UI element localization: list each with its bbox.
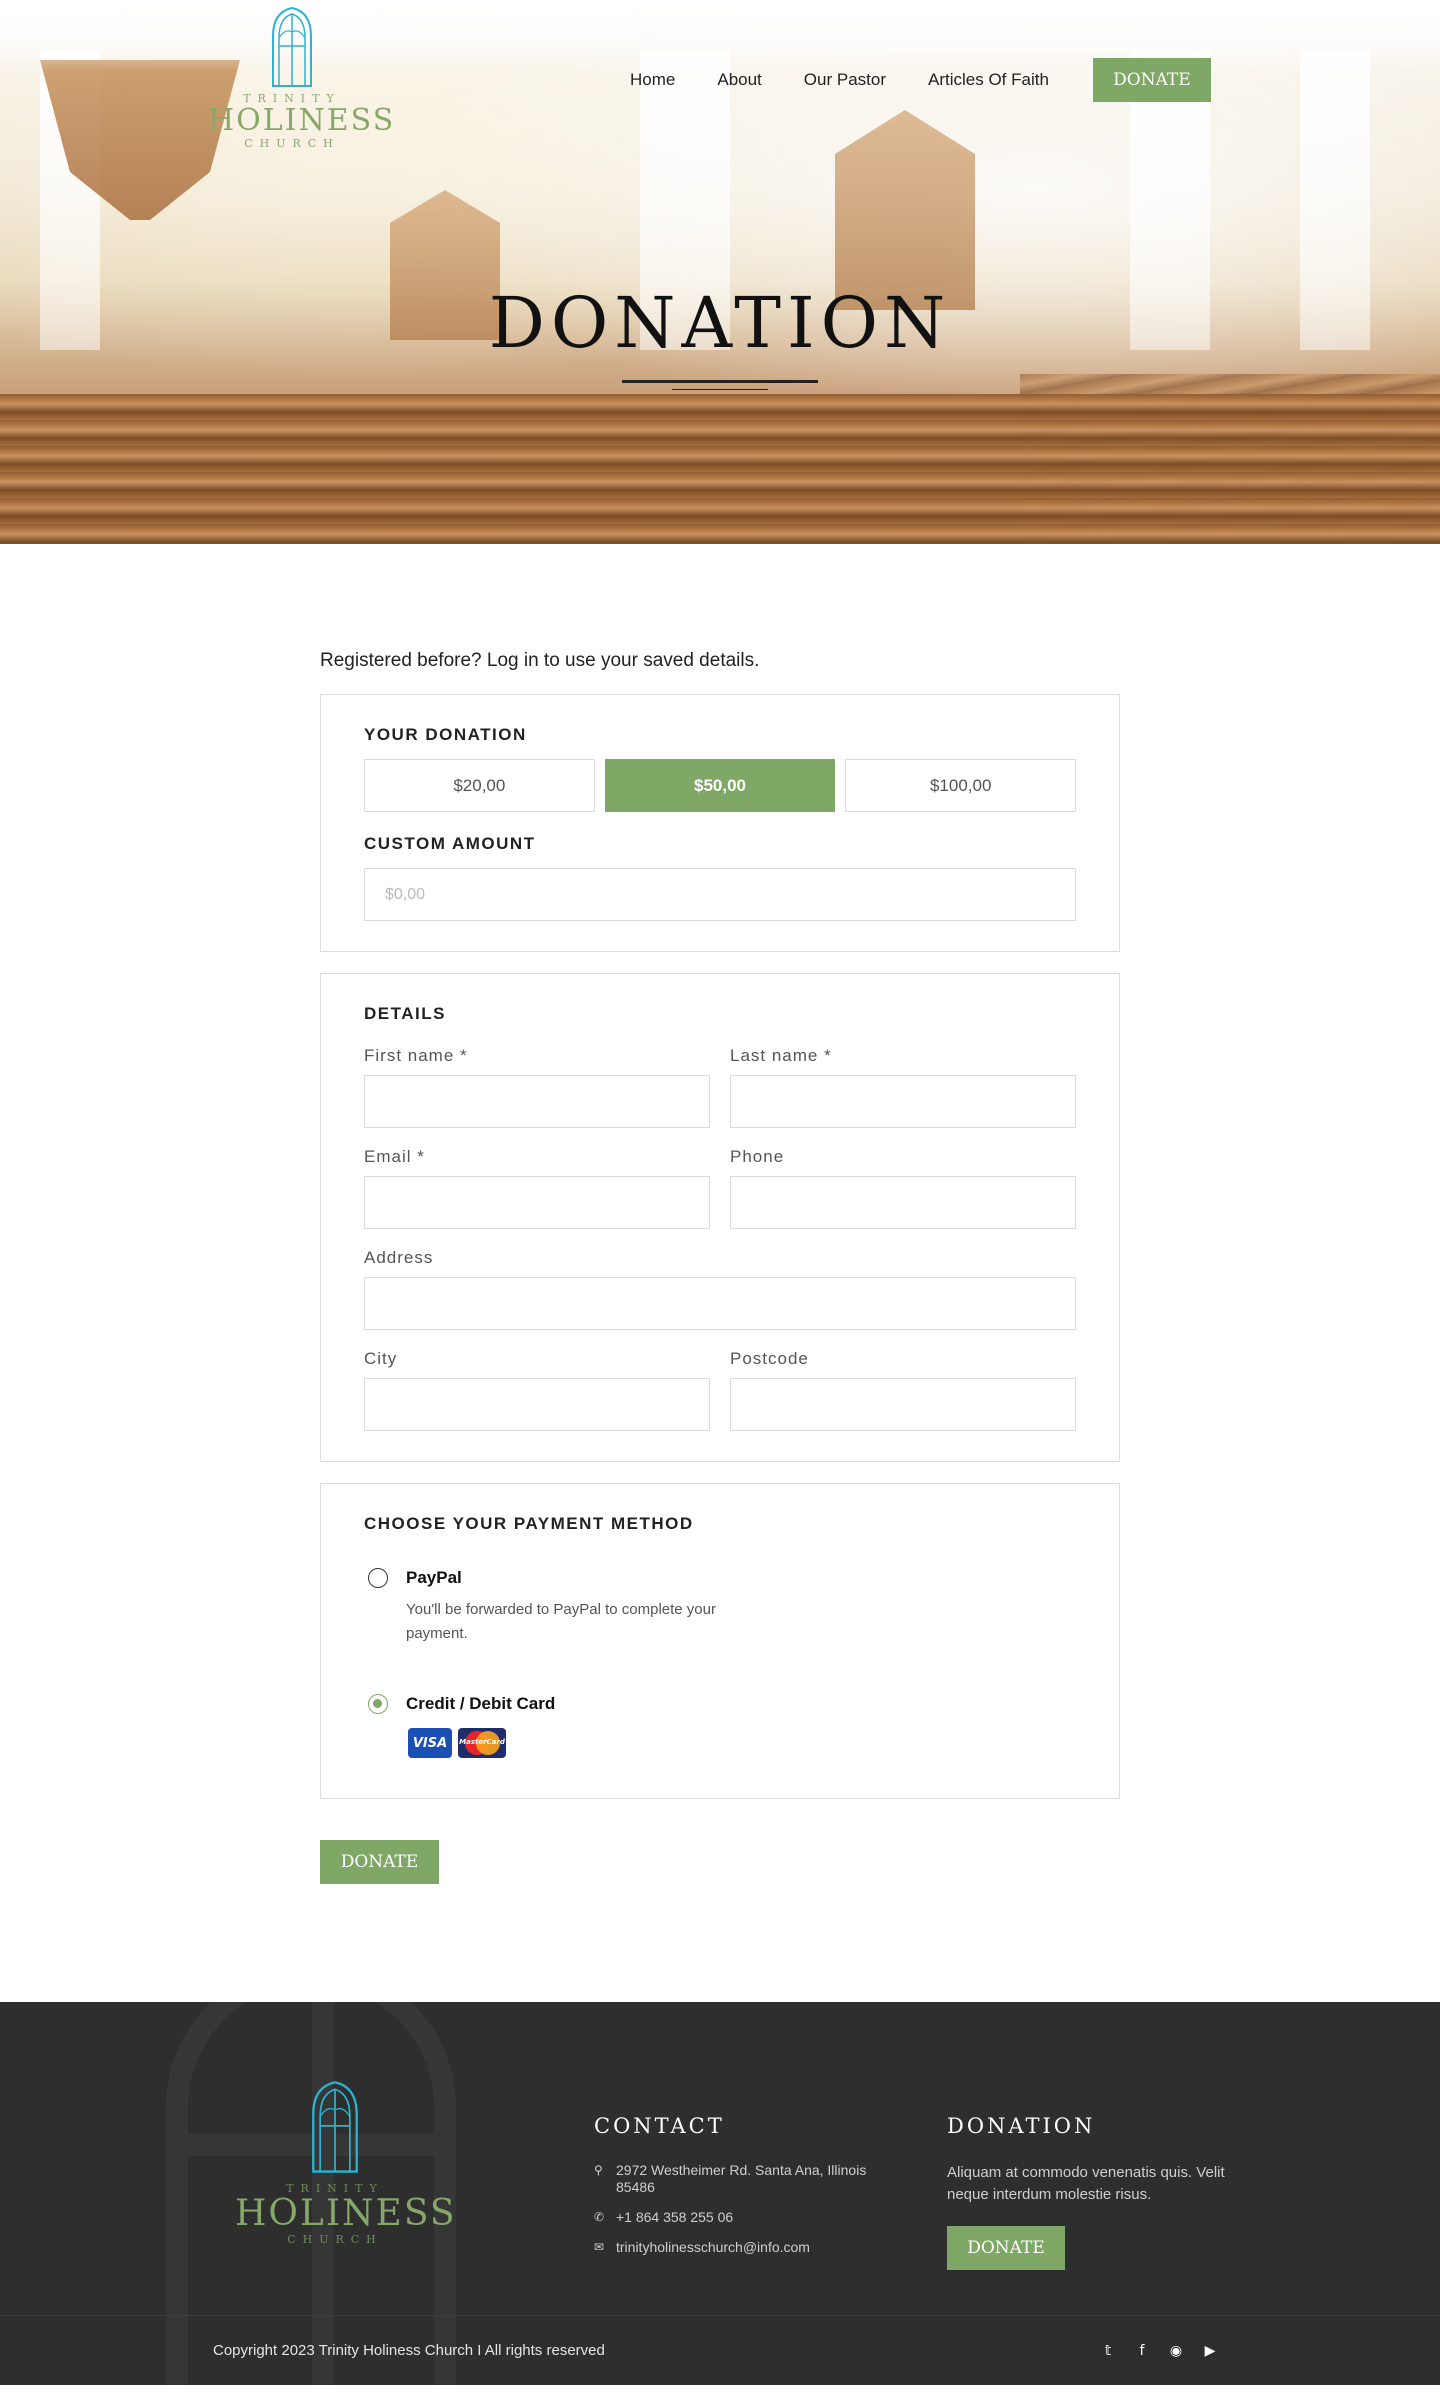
contact-phone[interactable]: ✆ +1 864 358 255 06 xyxy=(594,2209,894,2226)
youtube-icon[interactable]: ▶ xyxy=(1202,2343,1218,2359)
church-window-icon xyxy=(272,6,312,87)
hero-hymn-board xyxy=(835,110,975,310)
custom-amount-input[interactable] xyxy=(364,868,1076,921)
contact-title: CONTACT xyxy=(594,2114,725,2138)
logo-bottom-text: CHURCH xyxy=(244,137,340,150)
contact-address: ⚲ 2972 Westheimer Rd. Santa Ana, Illinoi… xyxy=(594,2162,894,2196)
donate-submit-button[interactable]: DONATE xyxy=(320,1840,439,1884)
footer-logo-main-text: HOLINESS xyxy=(235,2193,457,2234)
footer-donate-button[interactable]: DONATE xyxy=(947,2226,1065,2270)
city-label: City xyxy=(364,1349,398,1368)
custom-amount-title: CUSTOM AMOUNT xyxy=(364,834,536,853)
contact-email-text: trinityholinesschurch@info.com xyxy=(616,2239,810,2255)
paypal-description: You'll be forwarded to PayPal to complet… xyxy=(406,1601,716,1642)
postcode-field[interactable] xyxy=(730,1378,1076,1431)
paypal-label: PayPal xyxy=(406,1568,462,1587)
postcode-label: Postcode xyxy=(730,1349,809,1368)
nav-home[interactable]: Home xyxy=(630,70,675,90)
contact-address-text: 2972 Westheimer Rd. Santa Ana, Illinois … xyxy=(616,2162,867,2195)
footer-donation-text: Aliquam at commodo venenatis quis. Velit… xyxy=(947,2164,1225,2203)
site-footer: TRINITY HOLINESS CHURCH CONTACT ⚲ 2972 W… xyxy=(0,2002,1440,2385)
payment-method-title: CHOOSE YOUR PAYMENT METHOD xyxy=(364,1514,694,1533)
social-links: 𝕥 f ◉ ▶ xyxy=(1100,2343,1218,2359)
phone-icon: ✆ xyxy=(594,2210,605,2224)
contact-email[interactable]: ✉ trinityholinesschurch@info.com xyxy=(594,2239,894,2256)
city-field[interactable] xyxy=(364,1378,710,1431)
nav-our-pastor[interactable]: Our Pastor xyxy=(804,70,886,90)
visa-icon: VISA xyxy=(408,1728,452,1758)
header-donate-button[interactable]: DONATE xyxy=(1092,58,1211,102)
first-name-field[interactable] xyxy=(364,1075,710,1128)
donation-amount-panel: YOUR DONATION $20,00 $50,00 $100,00 CUST… xyxy=(320,694,1120,952)
last-name-label: Last name * xyxy=(730,1046,832,1065)
card-logos: VISA MasterCard xyxy=(408,1728,555,1758)
footer-contact: CONTACT ⚲ 2972 Westheimer Rd. Santa Ana,… xyxy=(594,2114,894,2269)
footer-donation-title: DONATION xyxy=(947,2114,1096,2138)
amount-option-20[interactable]: $20,00 xyxy=(364,759,595,812)
instagram-icon[interactable]: ◉ xyxy=(1168,2343,1184,2359)
nav-about[interactable]: About xyxy=(717,70,761,90)
paypal-radio[interactable] xyxy=(368,1568,388,1588)
payment-method-panel: CHOOSE YOUR PAYMENT METHOD PayPal You'll… xyxy=(320,1483,1120,1799)
hero-pews xyxy=(0,394,1440,544)
copyright-text: Copyright 2023 Trinity Holiness Church I… xyxy=(213,2342,605,2359)
facebook-icon[interactable]: f xyxy=(1134,2343,1150,2359)
footer-logo[interactable]: TRINITY HOLINESS CHURCH xyxy=(235,2080,457,2246)
phone-label: Phone xyxy=(730,1147,785,1166)
mastercard-icon: MasterCard xyxy=(458,1728,506,1758)
details-title: DETAILS xyxy=(364,1004,446,1023)
title-underline xyxy=(622,380,818,383)
contact-phone-text: +1 864 358 255 06 xyxy=(616,2209,734,2225)
title-underline-thin xyxy=(672,389,768,390)
login-note[interactable]: Registered before? Log in to use your sa… xyxy=(320,650,1120,672)
church-logo[interactable]: TRINITY HOLINESS CHURCH xyxy=(208,6,396,156)
card-radio[interactable] xyxy=(368,1694,388,1714)
twitter-icon[interactable]: 𝕥 xyxy=(1100,2343,1116,2359)
paypal-option[interactable]: PayPal You'll be forwarded to PayPal to … xyxy=(364,1568,1076,1646)
details-panel: DETAILS First name * Last name * Email *… xyxy=(320,973,1120,1462)
amount-option-100[interactable]: $100,00 xyxy=(845,759,1077,812)
logo-main-text: HOLINESS xyxy=(208,103,396,138)
email-label: Email * xyxy=(364,1147,425,1166)
amount-option-50[interactable]: $50,00 xyxy=(604,759,836,812)
hero-header: TRINITY HOLINESS CHURCH Home About Our P… xyxy=(0,0,1440,544)
footer-bottom-bar: Copyright 2023 Trinity Holiness Church I… xyxy=(0,2315,1440,2385)
page-title: DONATION xyxy=(488,282,952,364)
footer-donation: DONATION Aliquam at commodo venenatis qu… xyxy=(947,2114,1237,2270)
address-field[interactable] xyxy=(364,1277,1076,1330)
last-name-field[interactable] xyxy=(730,1075,1076,1128)
map-pin-icon: ⚲ xyxy=(594,2163,603,2177)
card-option[interactable]: Credit / Debit Card VISA MasterCard xyxy=(364,1694,1076,1758)
first-name-label: First name * xyxy=(364,1046,468,1065)
church-window-icon xyxy=(312,2081,358,2173)
main-nav: Home About Our Pastor Articles Of Faith … xyxy=(630,58,1211,102)
your-donation-title: YOUR DONATION xyxy=(364,725,527,744)
nav-articles-of-faith[interactable]: Articles Of Faith xyxy=(928,70,1049,90)
phone-field[interactable] xyxy=(730,1176,1076,1229)
email-field[interactable] xyxy=(364,1176,710,1229)
donation-form: Registered before? Log in to use your sa… xyxy=(320,544,1120,2002)
card-label: Credit / Debit Card xyxy=(406,1694,556,1713)
address-label: Address xyxy=(364,1248,434,1267)
footer-logo-bottom-text: CHURCH xyxy=(287,2233,383,2246)
amount-options: $20,00 $50,00 $100,00 xyxy=(364,759,1077,812)
mail-icon: ✉ xyxy=(594,2240,605,2254)
